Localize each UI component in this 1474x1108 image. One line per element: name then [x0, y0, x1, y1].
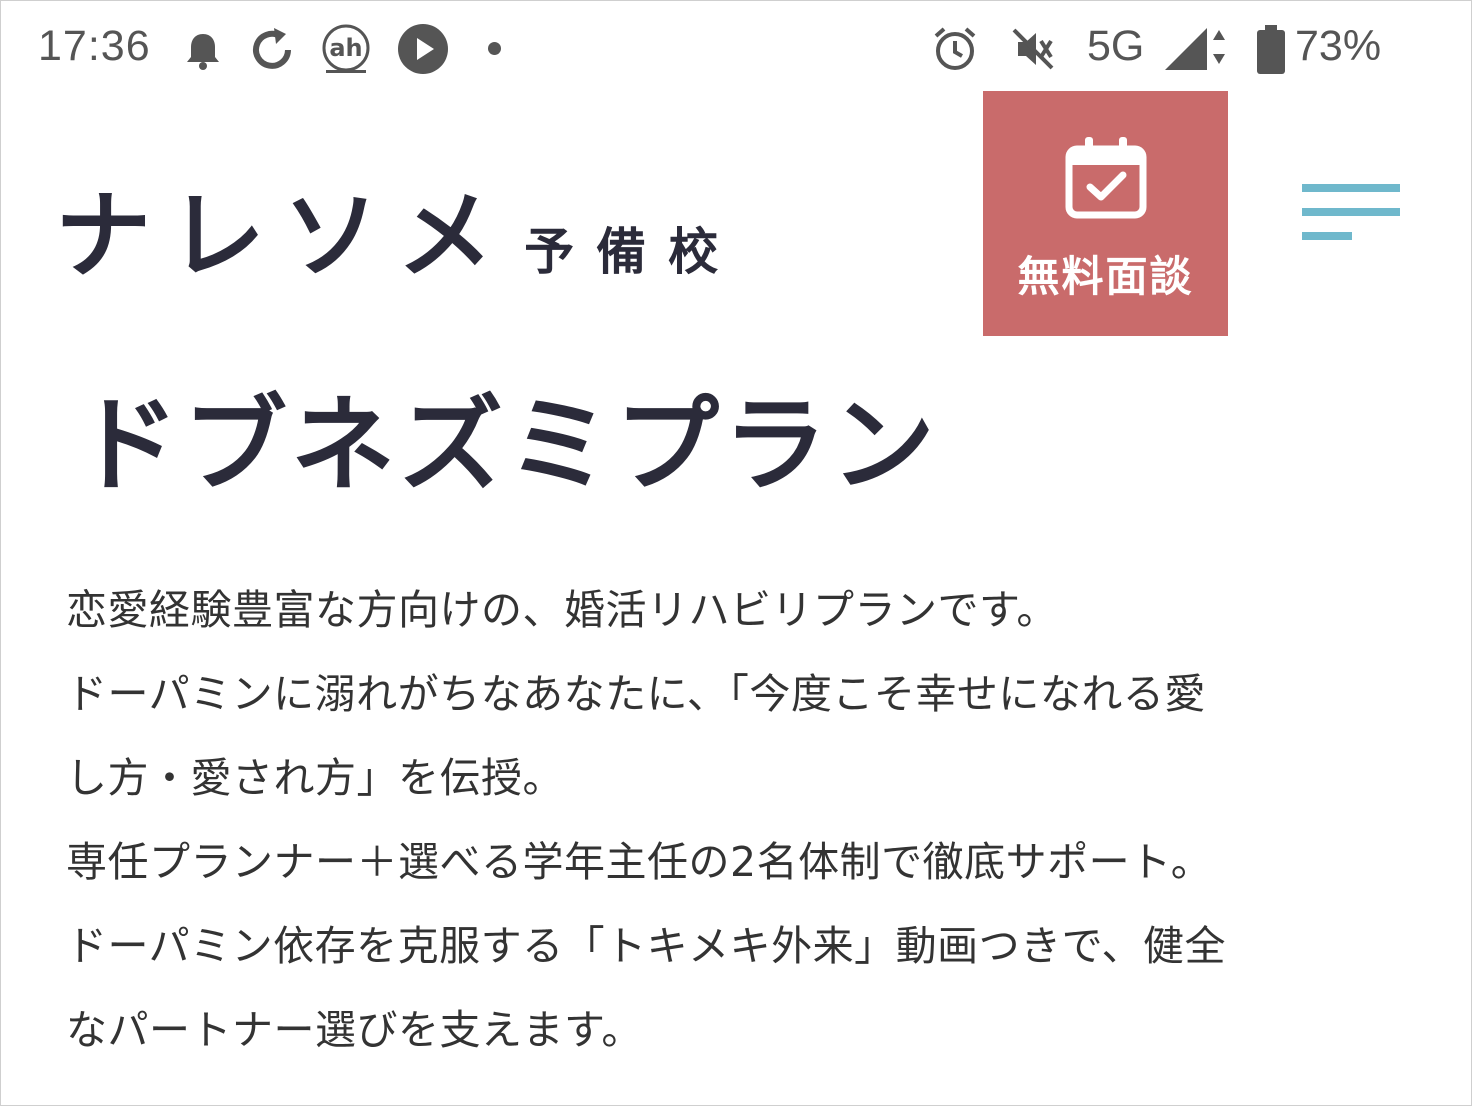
logo-sub-text: 予備校 — [524, 223, 741, 281]
status-time: 17:36 — [38, 22, 151, 70]
svg-text:ah: ah — [329, 34, 362, 62]
description-line: ドーパミンに溺れがちなあなたに、「今度こそ幸せになれる愛 — [66, 670, 1206, 718]
hamburger-menu-icon — [1302, 184, 1400, 240]
signal-icon — [1165, 28, 1225, 70]
battery-icon — [1257, 25, 1285, 74]
refresh-icon — [253, 28, 291, 69]
description-line: 恋愛経験豊富な方向けの、婚活リハビリプランです。 — [66, 586, 1058, 634]
description-line: ドーパミン依存を克服する「トキメキ外来」動画つきで、健全 — [66, 922, 1226, 970]
alarm-icon — [934, 27, 976, 70]
page-title: ドブネズミプラン — [75, 384, 940, 506]
hamburger-menu-button[interactable] — [1296, 178, 1406, 248]
description-line: なパートナー選びを支えます。 — [66, 1006, 643, 1054]
play-icon — [398, 24, 448, 74]
calendar-check-icon — [1065, 137, 1147, 219]
logo-main-text: ナレソメ — [55, 180, 511, 292]
site-logo[interactable]: ナレソメ 予備校 — [55, 158, 740, 297]
free-consultation-label: 無料面談 — [1017, 252, 1194, 301]
description-line: し方・愛され方」を伝授。 — [66, 754, 564, 802]
bell-icon — [187, 34, 219, 70]
vibrate-off-icon — [1012, 28, 1054, 70]
notification-dot — [488, 42, 501, 55]
status-bar: 17:36 ah 5G 73% — [0, 0, 1474, 95]
description-line: 専任プランナー＋選べる学年主任の2名体制で徹底サポート。 — [66, 838, 1213, 886]
network-type: 5G — [1087, 22, 1145, 70]
battery-percent: 73% — [1295, 22, 1382, 70]
plan-description: 恋愛経験豊富な方向けの、婚活リハビリプランです。 ドーパミンに溺れがちなあなたに… — [66, 568, 1426, 1072]
free-consultation-button[interactable]: 無料面談 — [983, 91, 1228, 336]
ah-app-icon: ah — [322, 24, 370, 73]
